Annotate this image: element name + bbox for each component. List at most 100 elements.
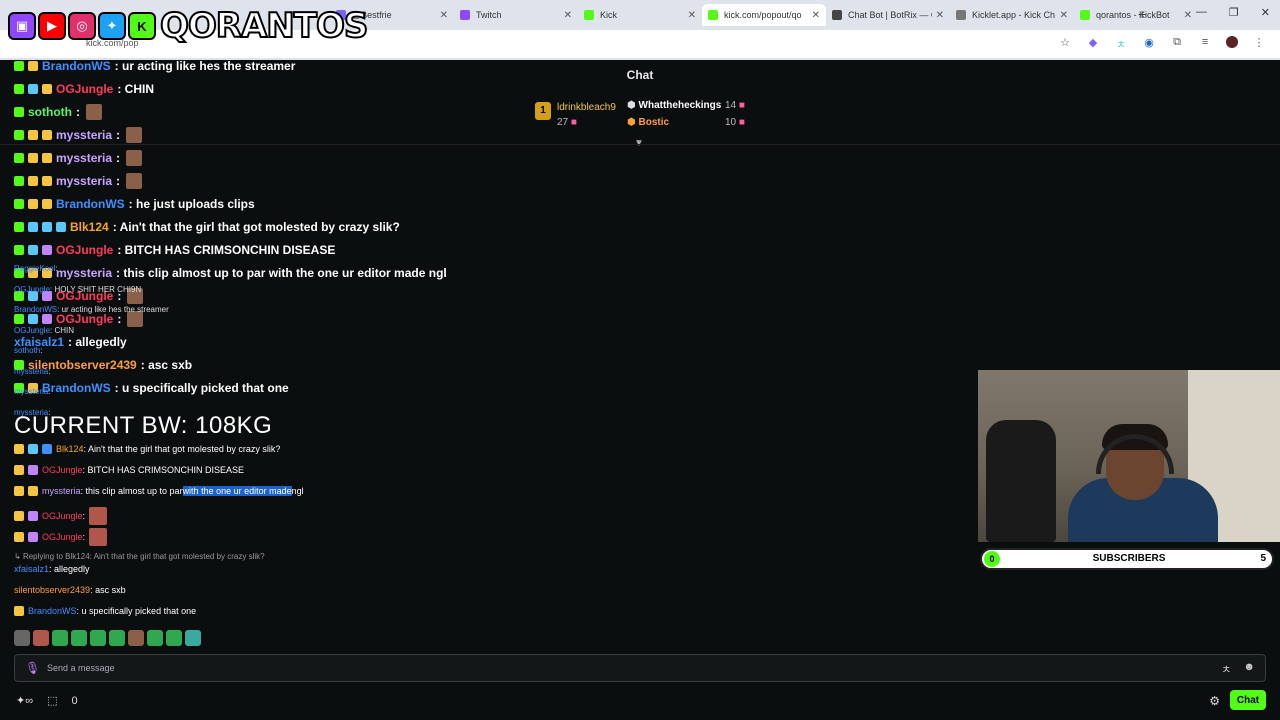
message-text: : ur acting like hes the streamer xyxy=(57,305,169,314)
avatar[interactable] xyxy=(1226,36,1238,48)
message-text: ngl xyxy=(291,486,304,496)
menu-icon[interactable]: ≡ xyxy=(1198,36,1212,52)
close-icon[interactable]: ✕ xyxy=(564,10,572,21)
gear-icon[interactable]: ⚙ xyxy=(1209,694,1220,708)
chat-send-button[interactable]: Chat xyxy=(1230,690,1266,710)
emote-icon[interactable] xyxy=(14,630,30,646)
tab-label: Kick xyxy=(600,10,618,20)
webcam-feed xyxy=(978,370,1280,542)
message-text: : u specifically picked that one xyxy=(114,381,289,395)
emote-icon xyxy=(126,127,143,143)
new-tab-button[interactable]: + xyxy=(1138,6,1146,22)
close-icon[interactable]: ✕ xyxy=(1184,10,1192,21)
close-icon[interactable]: ✕ xyxy=(1060,10,1068,21)
username[interactable]: silentobserver2439 xyxy=(14,585,90,595)
username[interactable]: OGJungle xyxy=(56,312,113,326)
badge-icon xyxy=(42,199,52,209)
browser-tab[interactable]: kick.com/popout/qo ✕ xyxy=(702,4,826,26)
emote-icon[interactable] xyxy=(109,630,125,646)
username[interactable]: OGJungle xyxy=(42,511,83,521)
overlay-line: myssteria: xyxy=(14,387,50,396)
username[interactable]: Blk124 xyxy=(70,220,109,234)
emote-icon[interactable] xyxy=(166,630,182,646)
close-icon[interactable]: ✕ xyxy=(812,10,820,21)
translate-icon[interactable]: ㅊ xyxy=(1221,661,1231,677)
badge-icon xyxy=(42,222,52,232)
restore-icon[interactable]: ❐ xyxy=(1229,6,1239,19)
puzzle-icon[interactable]: ⧉ xyxy=(1170,36,1184,52)
message-input[interactable]: 🎙 Send a message ㅊ ☻ xyxy=(14,654,1266,682)
emote-icon[interactable] xyxy=(185,630,201,646)
username[interactable]: BrandonWS xyxy=(42,59,111,73)
close-icon[interactable]: ✕ xyxy=(688,10,696,21)
browser-tab[interactable]: Kicklet.app - Kick Ch ✕ xyxy=(950,4,1074,26)
close-icon[interactable]: ✕ xyxy=(1261,6,1270,19)
badge-icon xyxy=(56,222,66,232)
username[interactable]: myssteria xyxy=(56,174,112,188)
username[interactable]: xfaisalz1 xyxy=(14,564,49,574)
favicon-icon xyxy=(460,10,470,20)
leader-first-name[interactable]: ldrinkbleach9 xyxy=(557,102,616,113)
overlay-line: sothoth: xyxy=(14,346,42,355)
username[interactable]: myssteria xyxy=(56,128,112,142)
chat-message: sothoth : xyxy=(14,102,102,122)
browser-tab[interactable]: qorantos - KickBot ✕ xyxy=(1074,4,1198,26)
close-icon[interactable]: ✕ xyxy=(440,10,448,21)
message-text: : xyxy=(116,174,121,188)
star-icon[interactable]: ☆ xyxy=(1058,36,1072,52)
username[interactable]: sothoth xyxy=(28,105,72,119)
translate-icon[interactable]: ㅊ xyxy=(1114,36,1128,52)
username: myssteria xyxy=(14,366,49,376)
username[interactable]: Blk124 xyxy=(56,444,84,454)
close-icon[interactable]: ✕ xyxy=(936,10,944,21)
username[interactable]: myssteria xyxy=(56,266,112,280)
badge-icon xyxy=(28,222,38,232)
badge-icon xyxy=(42,176,52,186)
message-text: : xyxy=(48,366,51,376)
message-text: : Ain't that the girl that got molested … xyxy=(112,220,400,234)
emote-icon[interactable] xyxy=(90,630,106,646)
window-controls: — ❐ ✕ xyxy=(1196,6,1270,19)
emote-icon[interactable] xyxy=(52,630,68,646)
medal-icon: ⬢ xyxy=(627,100,636,111)
username[interactable]: BrandonWS xyxy=(42,381,111,395)
leader-third-name[interactable]: ⬢ Bostic xyxy=(627,117,669,128)
chat-message: myssteria : xyxy=(14,171,143,191)
username[interactable]: BrandonWS xyxy=(56,197,125,211)
message-text: : xyxy=(76,105,80,119)
message-text: : xyxy=(116,151,121,165)
emote-icon[interactable] xyxy=(128,630,144,646)
username[interactable]: OGJungle xyxy=(42,465,83,475)
sparkle-icon[interactable]: ✦∞ xyxy=(16,694,33,707)
extension-icon[interactable]: ◆ xyxy=(1086,36,1100,52)
browser-tab[interactable]: Twitch ✕ xyxy=(454,4,578,26)
browser-tab[interactable]: Kick ✕ xyxy=(578,4,702,26)
username[interactable]: OGJungle xyxy=(42,532,83,542)
mic-icon[interactable]: 🎙 xyxy=(25,661,40,675)
subscriber-goal: 5 xyxy=(1260,553,1266,564)
emote-icon[interactable] xyxy=(33,630,49,646)
message-text: : xyxy=(55,264,58,273)
emote-icon[interactable] xyxy=(71,630,87,646)
message-text: : Ain't that the girl that got molested … xyxy=(83,444,281,454)
browser-tab[interactable]: Chat Bot | BotRix — C ✕ xyxy=(826,4,950,26)
badge-icon xyxy=(14,199,24,209)
emote-icon[interactable] xyxy=(147,630,163,646)
extension-icon[interactable]: ◉ xyxy=(1142,36,1156,52)
message-text: : this clip almost up to par with the on… xyxy=(116,266,447,280)
leader-first-count: 27 ■ xyxy=(557,117,577,128)
username[interactable]: myssteria xyxy=(56,151,112,165)
username[interactable]: OGJungle xyxy=(56,243,113,257)
gift-icon[interactable]: ⬚ xyxy=(47,694,57,707)
kebab-icon[interactable]: ⋮ xyxy=(1252,36,1266,52)
emoji-icon[interactable]: ☻ xyxy=(1243,661,1255,677)
input-placeholder: Send a message xyxy=(47,663,115,673)
username[interactable]: OGJungle xyxy=(56,82,113,96)
leader-second-name[interactable]: ⬢ Whattheheckings xyxy=(627,100,721,111)
username[interactable]: myssteria xyxy=(42,486,81,496)
minimize-icon[interactable]: — xyxy=(1196,6,1207,19)
input-actions: ㅊ ☻ xyxy=(1221,661,1255,677)
reply-icon: ↳ xyxy=(14,552,23,561)
badge-icon xyxy=(28,130,38,140)
username[interactable]: BrandonWS xyxy=(28,606,77,616)
